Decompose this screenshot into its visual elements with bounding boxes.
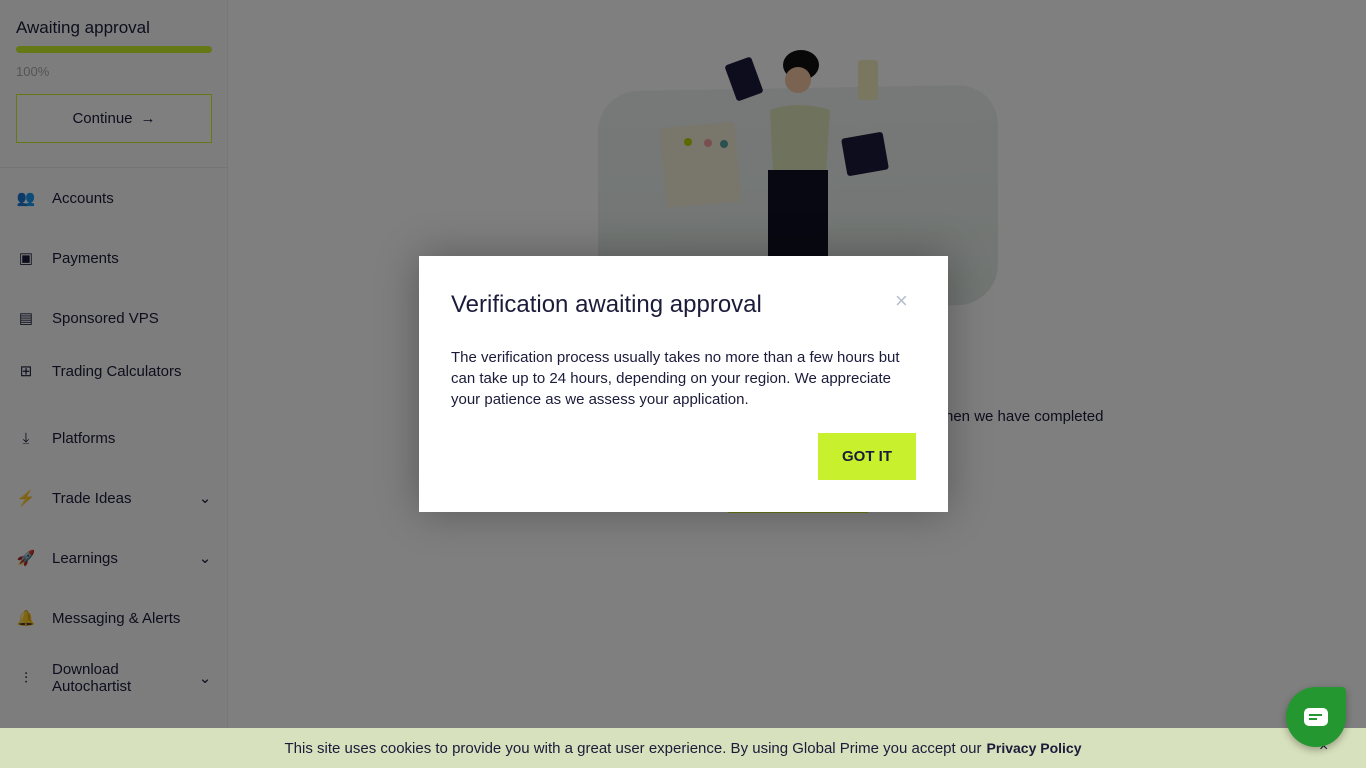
privacy-policy-link[interactable]: Privacy Policy <box>987 740 1082 756</box>
cookie-banner: This site uses cookies to provide you wi… <box>0 728 1366 768</box>
modal-body: The verification process usually takes n… <box>451 349 900 408</box>
chat-button[interactable] <box>1286 687 1346 747</box>
verification-modal: Verification awaiting approval × The ver… <box>419 256 948 512</box>
got-it-button[interactable]: GOT IT <box>818 433 916 480</box>
modal-title: Verification awaiting approval <box>451 291 762 318</box>
close-icon[interactable]: × <box>895 288 908 314</box>
cookie-text: This site uses cookies to provide you wi… <box>284 739 982 757</box>
chat-icon <box>1304 708 1328 726</box>
